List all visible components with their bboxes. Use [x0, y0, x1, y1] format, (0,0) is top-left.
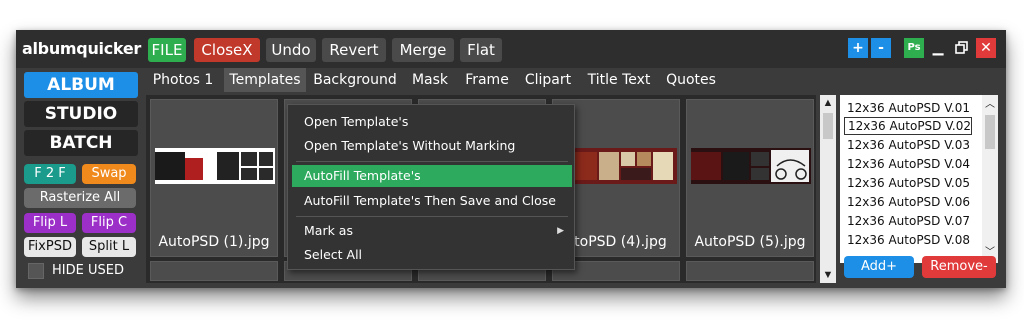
context-menu: Open Template's Open Template's Without …	[287, 104, 575, 270]
rasterize-all-button[interactable]: Rasterize All	[24, 188, 136, 208]
list-item[interactable]: 12x36 AutoPSD V.05	[844, 174, 972, 192]
merge-button[interactable]: Merge	[392, 38, 454, 62]
fixpsd-button[interactable]: FixPSD	[24, 237, 76, 257]
restore-icon[interactable]	[952, 38, 972, 58]
list-item-selected[interactable]: 12x36 AutoPSD V.02	[844, 117, 972, 135]
studio-mode-button[interactable]: STUDIO	[24, 101, 138, 127]
remove-button[interactable]: Remove-	[922, 256, 996, 278]
template-thumb[interactable]: AutoPSD (1).jpg	[150, 99, 278, 257]
album-mode-button[interactable]: ALBUM	[24, 72, 138, 98]
menu-autofill-save-close[interactable]: AutoFill Template's Then Save and Close	[288, 190, 574, 212]
menu-select-all[interactable]: Select All	[288, 244, 574, 266]
template-thumb-row2[interactable]	[686, 261, 814, 281]
menu-mark-as[interactable]: Mark as	[288, 220, 574, 242]
hide-used-checkbox[interactable]	[28, 263, 44, 279]
submenu-arrow-icon: ▶	[557, 225, 564, 235]
closex-button[interactable]: CloseX	[194, 38, 260, 62]
list-scroll-thumb[interactable]	[985, 115, 995, 149]
thumb-caption: AutoPSD (5).jpg	[694, 234, 806, 250]
menu-separator	[296, 216, 568, 217]
flip-c-button[interactable]: Flip C	[82, 213, 136, 233]
flat-button[interactable]: Flat	[460, 38, 502, 62]
top-toolbar: albumquicker FILE CloseX Undo Revert Mer…	[16, 30, 1006, 68]
list-item[interactable]: 12x36 AutoPSD V.06	[844, 193, 972, 211]
app-window: albumquicker FILE CloseX Undo Revert Mer…	[16, 30, 1006, 288]
flip-l-button[interactable]: Flip L	[24, 213, 76, 233]
batch-mode-button[interactable]: BATCH	[24, 130, 138, 156]
tab-title-text[interactable]: Title Text	[582, 68, 656, 92]
template-preview-image	[691, 148, 811, 184]
plus-button[interactable]: +	[848, 38, 868, 58]
revert-button[interactable]: Revert	[322, 38, 386, 62]
tab-templates[interactable]: Templates	[224, 68, 306, 92]
list-item[interactable]: 12x36 AutoPSD V.01	[844, 99, 972, 117]
close-icon[interactable]: ✕	[976, 38, 996, 58]
template-list: 12x36 AutoPSD V.01 12x36 AutoPSD V.02 12…	[840, 95, 998, 263]
photoshop-button[interactable]: Ps	[904, 38, 924, 58]
list-item[interactable]: 12x36 AutoPSD V.03	[844, 136, 972, 154]
tab-frame[interactable]: Frame	[460, 68, 514, 92]
tab-quotes[interactable]: Quotes	[662, 68, 720, 92]
app-logo: albumquicker	[22, 39, 141, 58]
minimize-icon[interactable]: ▁	[928, 38, 948, 58]
swap-button[interactable]: Swap	[82, 164, 136, 184]
left-panel: ALBUM STUDIO BATCH F 2 F Swap Rasterize …	[16, 68, 144, 288]
scroll-up-icon[interactable]: ▲	[820, 95, 836, 111]
list-item[interactable]: 12x36 AutoPSD V.07	[844, 212, 972, 230]
add-button[interactable]: Add+	[844, 256, 914, 278]
gallery-scrollbar[interactable]: ▲ ▼	[820, 95, 836, 283]
menu-autofill-templates[interactable]: AutoFill Template's	[292, 165, 572, 187]
split-l-button[interactable]: Split L	[82, 237, 136, 257]
tab-bar: Photos 1 Templates Background Mask Frame…	[144, 68, 814, 92]
template-thumb-row2[interactable]	[150, 261, 278, 281]
tab-photos[interactable]: Photos 1	[148, 68, 218, 92]
scroll-thumb[interactable]	[823, 113, 833, 139]
tab-background[interactable]: Background	[310, 68, 400, 92]
tab-mask[interactable]: Mask	[406, 68, 454, 92]
template-thumb[interactable]: AutoPSD (5).jpg	[686, 99, 814, 257]
scroll-down-icon[interactable]: ▼	[820, 267, 836, 283]
minus-button[interactable]: -	[871, 38, 891, 58]
file-button[interactable]: FILE	[148, 38, 186, 62]
f2f-button[interactable]: F 2 F	[24, 164, 76, 184]
menu-separator	[296, 161, 568, 162]
list-item[interactable]: 12x36 AutoPSD V.04	[844, 155, 972, 173]
menu-open-templates[interactable]: Open Template's	[288, 111, 574, 133]
undo-button[interactable]: Undo	[266, 38, 316, 62]
list-item[interactable]: 12x36 AutoPSD V.08	[844, 231, 972, 249]
list-scrollbar[interactable]: ︿ ﹀	[982, 95, 998, 263]
hide-used-label: HIDE USED	[52, 263, 124, 278]
thumb-caption: AutoPSD (1).jpg	[158, 234, 270, 250]
template-preview-image	[557, 148, 677, 184]
template-preview-image	[155, 148, 275, 184]
tab-clipart[interactable]: Clipart	[520, 68, 576, 92]
list-scroll-up-icon[interactable]: ︿	[982, 97, 998, 113]
menu-open-without-marking[interactable]: Open Template's Without Marking	[288, 135, 574, 157]
